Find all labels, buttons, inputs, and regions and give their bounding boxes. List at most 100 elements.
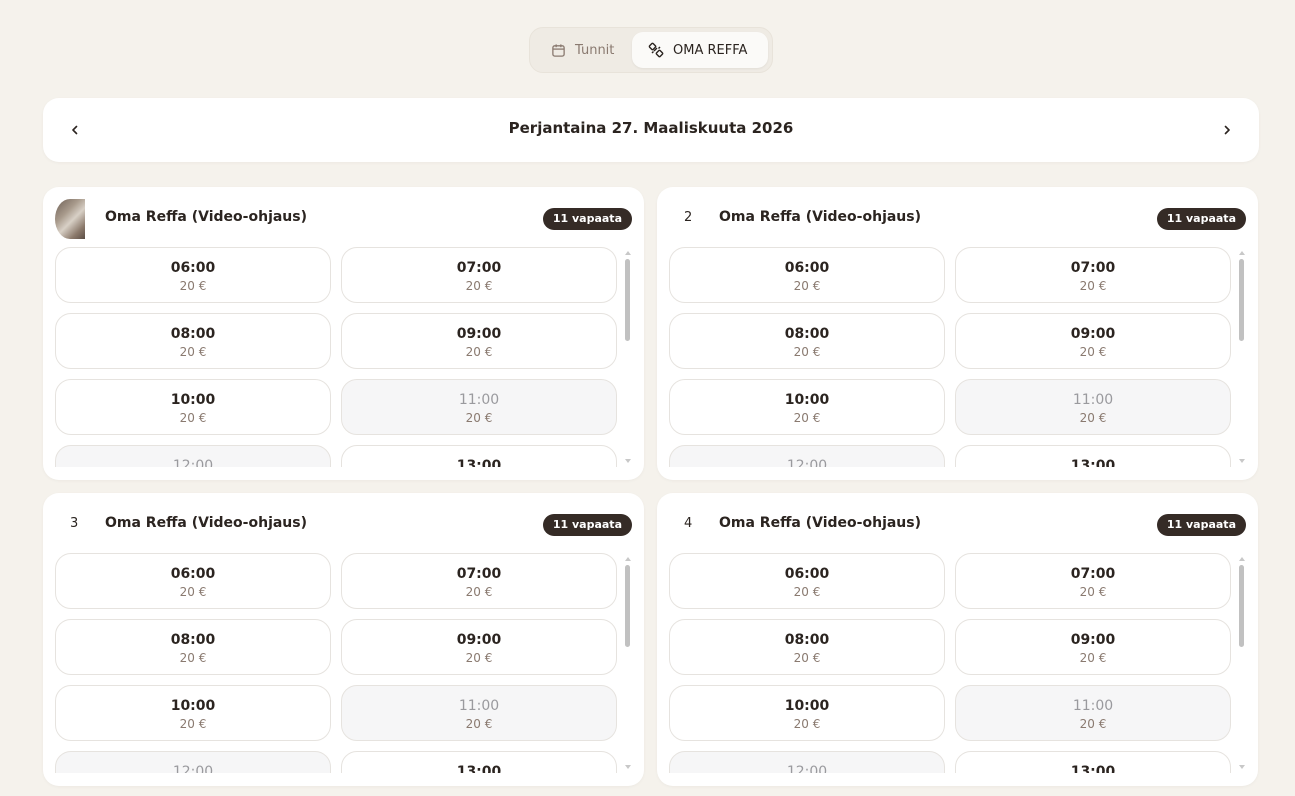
scroll-thumb[interactable] xyxy=(1239,259,1244,341)
time-slot[interactable]: 06:00 20 € xyxy=(55,247,331,303)
scroll-up-arrow-icon[interactable] xyxy=(625,557,631,561)
time-slot[interactable]: 10:00 20 € xyxy=(55,685,331,741)
slot-time: 12:00 xyxy=(172,458,214,467)
slot-time: 10:00 xyxy=(170,392,216,408)
slot-time: 10:00 xyxy=(784,392,830,408)
time-slot[interactable]: 07:00 20 € xyxy=(955,553,1231,609)
time-slot[interactable]: 13:00 xyxy=(341,751,617,773)
time-slot[interactable]: 08:00 20 € xyxy=(55,313,331,369)
slot-time: 13:00 xyxy=(1070,458,1116,467)
slot-scrollbar[interactable] xyxy=(624,247,632,467)
time-slot[interactable]: 13:00 xyxy=(955,445,1231,467)
scroll-up-arrow-icon[interactable] xyxy=(1239,557,1245,561)
slot-scrollbar[interactable] xyxy=(1238,247,1246,467)
scroll-down-arrow-icon[interactable] xyxy=(1239,765,1245,769)
slot-time: 06:00 xyxy=(784,260,830,276)
slot-time: 08:00 xyxy=(170,632,216,648)
next-day-button[interactable] xyxy=(1211,114,1243,146)
slot-price: 20 € xyxy=(465,345,493,359)
availability-badge: 11 vapaata xyxy=(1156,208,1246,230)
slot-price: 20 € xyxy=(179,279,207,293)
scroll-thumb[interactable] xyxy=(1239,565,1244,647)
slot-time: 08:00 xyxy=(170,326,216,342)
tab-tunnit[interactable]: Tunnit xyxy=(538,32,628,68)
slot-price: 20 € xyxy=(179,585,207,599)
time-slot-booked[interactable]: 12:00 xyxy=(55,445,331,467)
scroll-down-arrow-icon[interactable] xyxy=(625,459,631,463)
card-title: Oma Reffa (Video-ohjaus) xyxy=(719,209,922,225)
slot-time: 11:00 xyxy=(1072,392,1114,408)
scroll-thumb[interactable] xyxy=(625,259,630,341)
availability-badge: 11 vapaata xyxy=(542,208,632,230)
slot-list[interactable]: 06:00 20 €07:00 20 €08:00 20 €09:00 20 €10:0… xyxy=(55,247,621,467)
coach-avatar xyxy=(55,199,85,239)
slot-list[interactable]: 06:00 20 €07:00 20 €08:00 20 €09:00 20 €10:0… xyxy=(669,553,1235,773)
time-slot[interactable]: 06:00 20 € xyxy=(55,553,331,609)
coach-card: 3 Oma Reffa (Video-ohjaus) 11 vapaata 06… xyxy=(43,493,644,786)
card-title: Oma Reffa (Video-ohjaus) xyxy=(719,515,922,531)
scroll-thumb[interactable] xyxy=(625,565,630,647)
time-slot[interactable]: 10:00 20 € xyxy=(669,685,945,741)
time-slot[interactable]: 10:00 20 € xyxy=(669,379,945,435)
slot-time: 07:00 xyxy=(1070,260,1116,276)
slot-price: 20 € xyxy=(793,279,821,293)
view-switcher: Tunnit OMA REFFA xyxy=(529,27,773,73)
slot-price: 20 € xyxy=(1079,651,1107,665)
slot-time: 13:00 xyxy=(1070,764,1116,773)
time-slot[interactable]: 10:00 20 € xyxy=(55,379,331,435)
tab-oma-reffa[interactable]: OMA REFFA xyxy=(632,32,768,68)
coach-card: 4 Oma Reffa (Video-ohjaus) 11 vapaata 06… xyxy=(657,493,1258,786)
scroll-up-arrow-icon[interactable] xyxy=(1239,251,1245,255)
time-slot[interactable]: 07:00 20 € xyxy=(341,247,617,303)
time-slot[interactable]: 09:00 20 € xyxy=(341,619,617,675)
slot-time: 12:00 xyxy=(172,764,214,773)
slot-time: 08:00 xyxy=(784,632,830,648)
time-slot[interactable]: 06:00 20 € xyxy=(669,247,945,303)
time-slot-booked[interactable]: 11:00 20 € xyxy=(955,379,1231,435)
slot-time: 06:00 xyxy=(784,566,830,582)
time-slot-booked[interactable]: 11:00 20 € xyxy=(955,685,1231,741)
time-slot[interactable]: 13:00 xyxy=(341,445,617,467)
slot-time: 10:00 xyxy=(170,698,216,714)
tab-tunnit-label: Tunnit xyxy=(575,42,615,58)
slot-price: 20 € xyxy=(179,651,207,665)
slot-price: 20 € xyxy=(1079,279,1107,293)
time-slot[interactable]: 06:00 20 € xyxy=(669,553,945,609)
date-title: Perjantaina 27. Maaliskuuta 2026 xyxy=(508,119,794,137)
scroll-down-arrow-icon[interactable] xyxy=(1239,459,1245,463)
time-slot-booked[interactable]: 11:00 20 € xyxy=(341,685,617,741)
time-slot[interactable]: 08:00 20 € xyxy=(669,619,945,675)
time-slot[interactable]: 08:00 20 € xyxy=(55,619,331,675)
time-slot-booked[interactable]: 11:00 20 € xyxy=(341,379,617,435)
slot-price: 20 € xyxy=(465,411,493,425)
time-slot[interactable]: 08:00 20 € xyxy=(669,313,945,369)
slot-price: 20 € xyxy=(1079,717,1107,731)
scroll-down-arrow-icon[interactable] xyxy=(625,765,631,769)
slot-time: 10:00 xyxy=(784,698,830,714)
slot-list[interactable]: 06:00 20 €07:00 20 € 08:00 20 € 09:00 20 € 10:0… xyxy=(55,553,621,773)
time-slot[interactable]: 07:00 20 € xyxy=(955,247,1231,303)
time-slot[interactable]: 09:00 20 € xyxy=(955,313,1231,369)
time-slot-booked[interactable]: 12:00 xyxy=(55,751,331,773)
card-header: 3 Oma Reffa (Video-ohjaus) 11 vapaata xyxy=(43,493,644,553)
card-number: 4 xyxy=(684,516,693,531)
calendar-icon xyxy=(552,43,565,57)
slot-list[interactable]: 06:00 20 €07:00 20 €08:00 20 €09:00 20 €10:0… xyxy=(669,247,1235,467)
slot-scrollbar[interactable] xyxy=(624,553,632,773)
time-slot[interactable]: 07:00 20 € xyxy=(341,553,617,609)
chevron-right-icon xyxy=(1224,125,1230,135)
date-navigator: Perjantaina 27. Maaliskuuta 2026 xyxy=(43,98,1259,162)
time-slot[interactable]: 09:00 20 € xyxy=(341,313,617,369)
time-slot[interactable]: 09:00 20 € xyxy=(955,619,1231,675)
slot-time: 09:00 xyxy=(456,632,502,648)
scroll-up-arrow-icon[interactable] xyxy=(625,251,631,255)
slot-time: 11:00 xyxy=(458,392,500,408)
slot-time: 09:00 xyxy=(456,326,502,342)
slot-price: 20 € xyxy=(465,651,493,665)
slot-time: 12:00 xyxy=(786,458,828,467)
time-slot-booked[interactable]: 12:00 xyxy=(669,445,945,467)
slot-scrollbar[interactable] xyxy=(1238,553,1246,773)
time-slot[interactable]: 13:00 xyxy=(955,751,1231,773)
time-slot-booked[interactable]: 12:00 xyxy=(669,751,945,773)
card-title: Oma Reffa (Video-ohjaus) xyxy=(105,209,308,225)
